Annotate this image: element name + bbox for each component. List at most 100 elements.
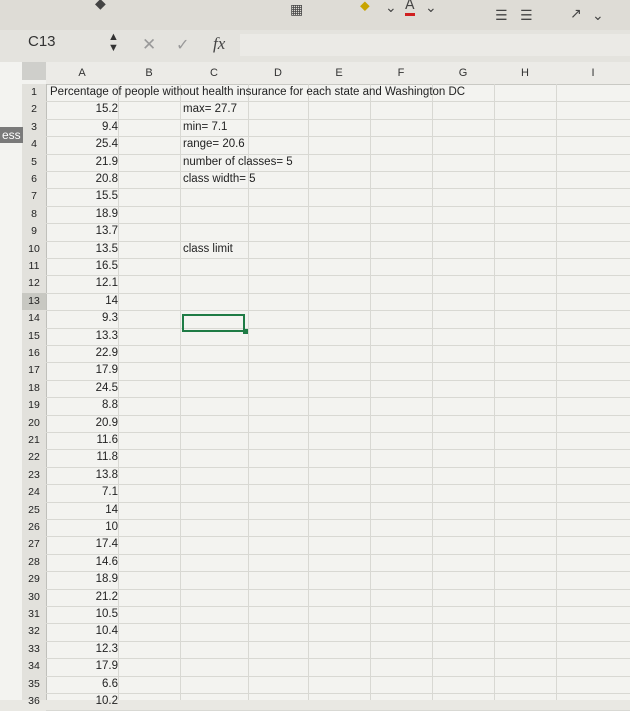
row-header-19[interactable]: 19 (22, 397, 46, 414)
row-header-26[interactable]: 26 (22, 519, 46, 536)
cell-b27[interactable]: 17.4 (78, 536, 118, 553)
row-header-33[interactable]: 33 (22, 641, 46, 658)
row-header-2[interactable]: 2 (22, 101, 46, 118)
formula-input[interactable] (240, 34, 630, 56)
row-header-34[interactable]: 34 (22, 658, 46, 675)
name-box-stepper-icon[interactable]: ▲ ▼ (108, 32, 119, 54)
worksheet[interactable]: ABCDEFGHI 1 2 3 4 5 6 7 8 9 10 11 12 13 14 15 16 17 18 19 2… (0, 62, 630, 711)
row-header-12[interactable]: 12 (22, 275, 46, 292)
row-header-28[interactable]: 28 (22, 554, 46, 571)
fill-color-dropdown-icon[interactable]: ⌄ (385, 0, 397, 16)
cell-b22[interactable]: 11.8 (78, 449, 118, 466)
cell-b5[interactable]: 21.9 (78, 154, 118, 171)
row-header-23[interactable]: 23 (22, 467, 46, 484)
cell-b34[interactable]: 17.9 (78, 658, 118, 675)
cell-b24[interactable]: 7.1 (78, 484, 118, 501)
text-orientation-icon[interactable]: ↗ (570, 6, 582, 22)
row-header-36[interactable]: 36 (22, 693, 46, 710)
row-header-5[interactable]: 5 (22, 154, 46, 171)
fill-color-icon[interactable]: ⬥ (360, 0, 370, 14)
cell-b26[interactable]: 10 (78, 519, 118, 536)
cell-c5[interactable]: number of classes= 5 (183, 154, 293, 171)
row-header-22[interactable]: 22 (22, 449, 46, 466)
cell-b12[interactable]: 12.1 (78, 275, 118, 292)
cell-b18[interactable]: 24.5 (78, 380, 118, 397)
cell-b19[interactable]: 8.8 (78, 397, 118, 414)
row-header-35[interactable]: 35 (22, 676, 46, 693)
orientation-dropdown-icon[interactable]: ⌄ (592, 8, 604, 24)
borders-icon[interactable]: ▦ (290, 2, 303, 18)
row-header-1[interactable]: 1 (22, 84, 46, 101)
column-header-b[interactable]: B (118, 64, 180, 82)
row-header-31[interactable]: 31 (22, 606, 46, 623)
select-all-corner[interactable] (22, 62, 46, 80)
cell-b35[interactable]: 6.6 (78, 676, 118, 693)
cell-c10[interactable]: class limit (183, 241, 233, 258)
row-header-25[interactable]: 25 (22, 502, 46, 519)
cell-b4[interactable]: 25.4 (78, 136, 118, 153)
row-header-4[interactable]: 4 (22, 136, 46, 153)
row-header-11[interactable]: 11 (22, 258, 46, 275)
row-header-15[interactable]: 15 (22, 328, 46, 345)
increase-indent-icon[interactable]: ☰ (520, 8, 533, 24)
row-header-8[interactable]: 8 (22, 206, 46, 223)
font-color-dropdown-icon[interactable]: ⌄ (425, 0, 437, 16)
row-header-17[interactable]: 17 (22, 362, 46, 379)
cell-b10[interactable]: 13.5 (78, 241, 118, 258)
insert-function-button[interactable]: fx (213, 34, 225, 54)
column-header-f[interactable]: F (370, 64, 432, 82)
cell-b33[interactable]: 12.3 (78, 641, 118, 658)
row-header-21[interactable]: 21 (22, 432, 46, 449)
format-icon[interactable]: ◆ (95, 0, 106, 12)
column-header-c[interactable]: C (180, 64, 248, 82)
cell-b2[interactable]: 15.2 (78, 101, 118, 118)
row-header-32[interactable]: 32 (22, 623, 46, 640)
cell-c4[interactable]: range= 20.6 (183, 136, 245, 153)
column-header-h[interactable]: H (494, 64, 556, 82)
enter-icon[interactable]: ✓ (176, 35, 189, 55)
row-header-7[interactable]: 7 (22, 188, 46, 205)
cell-b28[interactable]: 14.6 (78, 554, 118, 571)
cell-b9[interactable]: 13.7 (78, 223, 118, 240)
row-header-14[interactable]: 14 (22, 310, 46, 327)
cancel-icon[interactable]: ✕ (142, 35, 156, 55)
row-header-18[interactable]: 18 (22, 380, 46, 397)
column-header-a[interactable]: A (46, 64, 118, 82)
fill-handle[interactable] (243, 329, 248, 334)
cell-b14[interactable]: 9.3 (78, 310, 118, 327)
column-header-g[interactable]: G (432, 64, 494, 82)
cell-b25[interactable]: 14 (78, 502, 118, 519)
column-header-d[interactable]: D (248, 64, 308, 82)
cell-b21[interactable]: 11.6 (78, 432, 118, 449)
row-header-10[interactable]: 10 (22, 241, 46, 258)
row-header-29[interactable]: 29 (22, 571, 46, 588)
cell-c2[interactable]: max= 27.7 (183, 101, 237, 118)
cell-b30[interactable]: 21.2 (78, 589, 118, 606)
column-header-e[interactable]: E (308, 64, 370, 82)
row-header-16[interactable]: 16 (22, 345, 46, 362)
row-header-9[interactable]: 9 (22, 223, 46, 240)
cell-c6[interactable]: class width= 5 (183, 171, 256, 188)
row-header-20[interactable]: 20 (22, 415, 46, 432)
row-header-3[interactable]: 3 (22, 119, 46, 136)
column-header-i[interactable]: I (556, 64, 630, 82)
row-header-13[interactable]: 13 (22, 292, 46, 311)
row-header-27[interactable]: 27 (22, 536, 46, 553)
font-color-icon[interactable]: A (405, 0, 415, 16)
row-header-30[interactable]: 30 (22, 589, 46, 606)
cell-b3[interactable]: 9.4 (78, 119, 118, 136)
cell-b16[interactable]: 22.9 (78, 345, 118, 362)
cell-b13[interactable]: 14 (78, 293, 118, 310)
cell-b36[interactable]: 10.2 (78, 693, 118, 710)
cell-b7[interactable]: 15.5 (78, 188, 118, 205)
cell-b31[interactable]: 10.5 (78, 606, 118, 623)
cell-a1-title[interactable]: Percentage of people without health insu… (50, 84, 465, 101)
cell-b20[interactable]: 20.9 (78, 415, 118, 432)
cell-c3[interactable]: min= 7.1 (183, 119, 227, 136)
cell-b6[interactable]: 20.8 (78, 171, 118, 188)
cell-b15[interactable]: 13.3 (78, 328, 118, 345)
cell-b8[interactable]: 18.9 (78, 206, 118, 223)
cell-b29[interactable]: 18.9 (78, 571, 118, 588)
name-box[interactable]: C13 (28, 33, 56, 50)
selected-cell-outline[interactable] (182, 314, 245, 332)
